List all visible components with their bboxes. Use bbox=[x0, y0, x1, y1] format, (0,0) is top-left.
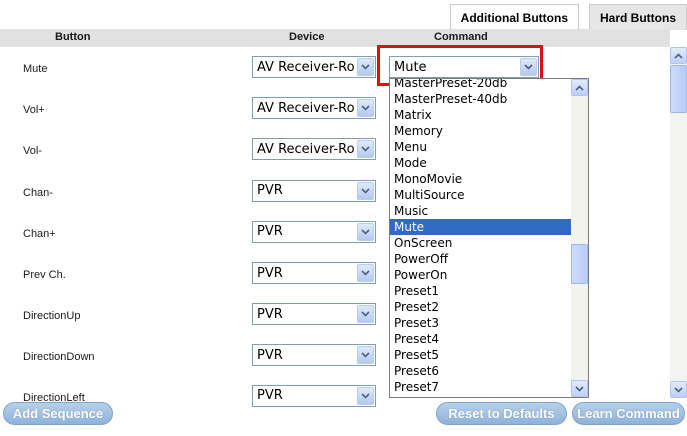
learn-command-button[interactable]: Learn Command bbox=[572, 402, 685, 425]
device-select[interactable]: PVR bbox=[252, 384, 376, 407]
device-select[interactable]: AV Receiver-Ro bbox=[252, 56, 376, 78]
dropdown-option[interactable]: Preset2 bbox=[390, 299, 572, 315]
dropdown-option[interactable]: Preset6 bbox=[390, 363, 572, 379]
dropdown-scroll-thumb[interactable] bbox=[571, 244, 588, 284]
chevron-up-icon[interactable] bbox=[571, 79, 588, 96]
dropdown-option[interactable]: Preset3 bbox=[390, 315, 572, 331]
dropdown-option[interactable]: Memory bbox=[390, 123, 572, 139]
device-select-value: PVR bbox=[257, 388, 283, 404]
device-select[interactable]: PVR bbox=[252, 344, 376, 367]
device-select-value: PVR bbox=[257, 347, 283, 363]
column-header-device: Device bbox=[289, 31, 325, 43]
reset-defaults-button[interactable]: Reset to Defaults bbox=[436, 402, 567, 425]
device-select-value: AV Receiver-Ro bbox=[257, 141, 355, 157]
command-dropdown-list[interactable]: MasterPreset-20db MasterPreset-40db Matrix… bbox=[389, 78, 589, 398]
dropdown-option[interactable]: Mute bbox=[390, 219, 572, 235]
chevron-down-icon[interactable] bbox=[670, 381, 687, 398]
chevron-down-icon[interactable] bbox=[357, 346, 374, 365]
device-select[interactable]: PVR bbox=[252, 179, 376, 202]
device-select-value: AV Receiver-Ro bbox=[257, 100, 355, 116]
chevron-down-icon[interactable] bbox=[357, 58, 374, 76]
page-scroll-thumb[interactable] bbox=[670, 65, 687, 113]
dropdown-option[interactable]: Matrix bbox=[390, 107, 572, 123]
button-name: Chan+ bbox=[23, 227, 56, 240]
chevron-down-icon[interactable] bbox=[357, 386, 374, 405]
chevron-down-icon[interactable] bbox=[357, 140, 374, 159]
dropdown-option[interactable]: MonoMovie bbox=[390, 171, 572, 187]
dropdown-option[interactable]: Preset7 bbox=[390, 379, 572, 395]
dropdown-option[interactable]: Music bbox=[390, 203, 572, 219]
button-name: DirectionDown bbox=[23, 351, 95, 364]
device-select-value: PVR bbox=[257, 183, 283, 199]
dropdown-option[interactable]: MultiSource bbox=[390, 187, 572, 203]
dropdown-option[interactable]: MasterPreset-20db bbox=[390, 79, 572, 91]
chevron-down-icon[interactable] bbox=[357, 222, 374, 241]
dropdown-option[interactable]: PowerOn bbox=[390, 267, 572, 283]
dropdown-option[interactable]: Preset5 bbox=[390, 347, 572, 363]
chevron-up-icon[interactable] bbox=[670, 47, 687, 64]
column-header-button: Button bbox=[55, 31, 91, 43]
device-select-value: PVR bbox=[257, 224, 283, 240]
button-name: Vol- bbox=[23, 145, 42, 158]
device-select[interactable]: PVR bbox=[252, 303, 376, 326]
page-scrollbar[interactable] bbox=[670, 47, 687, 398]
device-select[interactable]: AV Receiver-Ro bbox=[252, 97, 376, 120]
device-select[interactable]: PVR bbox=[252, 220, 376, 243]
button-name: Vol+ bbox=[23, 104, 45, 117]
button-name: Prev Ch. bbox=[23, 269, 66, 281]
button-name: Mute bbox=[23, 63, 48, 75]
add-sequence-button[interactable]: Add Sequence bbox=[3, 402, 113, 425]
dropdown-option[interactable]: MasterPreset-40db bbox=[390, 91, 572, 107]
column-header-command: Command bbox=[434, 31, 488, 43]
chevron-down-icon[interactable] bbox=[357, 305, 374, 324]
dropdown-option[interactable]: Mode bbox=[390, 155, 572, 171]
dropdown-option[interactable]: Preset1 bbox=[390, 283, 572, 299]
tab-additional-buttons[interactable]: Additional Buttons bbox=[449, 4, 579, 30]
dropdown-scrollbar[interactable] bbox=[571, 79, 588, 397]
chevron-down-icon[interactable] bbox=[357, 99, 374, 118]
device-select-value: PVR bbox=[257, 265, 283, 281]
device-select[interactable]: AV Receiver-Ro bbox=[252, 138, 376, 161]
dropdown-option[interactable]: Menu bbox=[390, 139, 572, 155]
device-select-value: AV Receiver-Ro bbox=[257, 59, 355, 75]
dropdown-option[interactable]: Preset4 bbox=[390, 331, 572, 347]
chevron-down-icon[interactable] bbox=[357, 264, 374, 282]
chevron-down-icon[interactable] bbox=[357, 181, 374, 200]
tab-hard-buttons[interactable]: Hard Buttons bbox=[589, 4, 687, 30]
device-select[interactable]: PVR bbox=[252, 262, 376, 284]
button-name: Chan- bbox=[23, 186, 53, 199]
dropdown-option[interactable]: PowerOff bbox=[390, 251, 572, 267]
dropdown-options: MasterPreset-20db MasterPreset-40db Matrix… bbox=[390, 79, 572, 395]
device-select-value: PVR bbox=[257, 306, 283, 322]
tab-bar: Additional Buttons Hard Buttons bbox=[449, 4, 687, 30]
button-name: DirectionUp bbox=[23, 310, 81, 323]
dropdown-option[interactable]: OnScreen bbox=[390, 235, 572, 251]
column-header: Button Device Command bbox=[0, 29, 670, 47]
chevron-down-icon[interactable] bbox=[571, 380, 588, 397]
